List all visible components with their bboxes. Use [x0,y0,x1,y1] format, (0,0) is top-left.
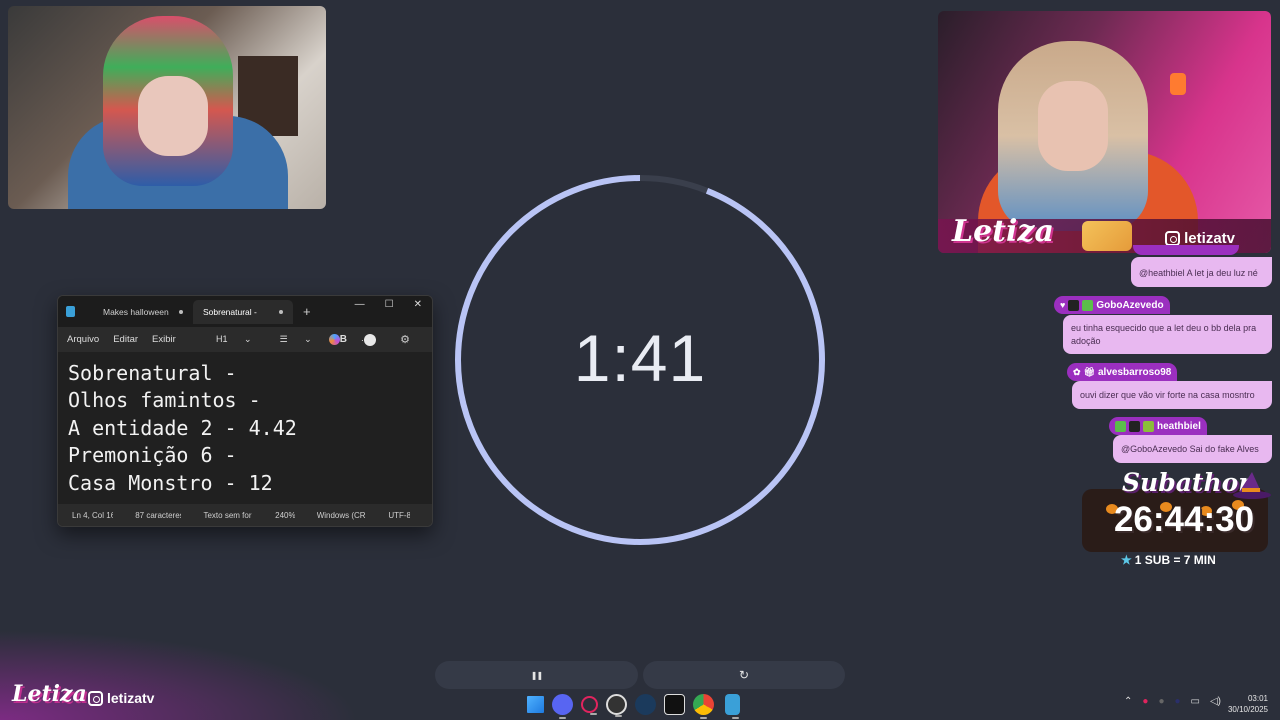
status-char-count: 87 caracteres [135,510,182,520]
notepad-window[interactable]: Makes halloween Sobrenatural - + — ☐ ✕ A… [57,295,433,527]
menu-arquivo[interactable]: Arquivo [67,334,99,345]
new-tab-button[interactable]: + [303,304,311,319]
chat-username: heathbiel [1157,420,1201,432]
unsaved-dot-icon [179,309,183,314]
webcam-right: Letiza letizatv [938,11,1271,253]
notepad-status-bar: Ln 4, Col 16 87 caracteres Texto sem for… [58,504,432,526]
cat-badge-icon [1068,299,1080,311]
pause-icon: ❚❚ [530,670,543,680]
close-button[interactable]: ✕ [414,299,422,310]
windows-start-icon[interactable] [527,696,544,713]
paw-icon: ✿ [1073,366,1081,377]
profile-icon[interactable] [364,333,377,346]
chat-message-body: @GoboAzevedo Sai do fake Alves [1113,435,1272,463]
brand-logo: Letiza [952,214,1054,249]
chat-message-text: eu tinha esquecido que a let deu o bb de… [1071,323,1257,346]
volume-icon[interactable]: ◁) [1210,696,1221,707]
instagram-icon [1165,231,1181,246]
chat-message-text: @heathbiel A let ja deu luz né [1139,268,1258,278]
network-icon[interactable]: ▭ [1191,696,1200,707]
reset-icon: ↻ [738,668,750,682]
chat-username: GoboAzevedo [1096,299,1164,311]
cat-badge-icon [1143,420,1154,432]
copilot-icon[interactable] [329,334,341,345]
window-controls: — ☐ ✕ [355,299,422,310]
heart-icon: ♥ [1060,300,1066,310]
streamer-face [1038,81,1108,171]
notepad-text-area[interactable]: Sobrenatural - Olhos famintos - A entida… [58,352,432,497]
chat-message-text: ouvi dizer que vão vir forte na casa mos… [1080,390,1255,400]
chrome-icon[interactable] [693,694,714,719]
obs-icon[interactable] [606,694,627,717]
system-tray: ⌃ ● ● ● ▭ ◁) [1124,696,1221,707]
notepad-menu-bar: Arquivo Editar Exibir H1 ⌄ ☰ ⌄ B ··· ⚙ [58,327,432,352]
status-zoom[interactable]: 240% [275,511,295,520]
frog-badge-icon [1082,299,1094,311]
cat-badge-icon [1129,420,1140,432]
tab-label: Makes halloween [103,306,169,317]
notepad-icon[interactable] [725,694,740,719]
chat-message-body: eu tinha esquecido que a let deu o bb de… [1063,315,1272,354]
tray-app-icon[interactable]: ● [1174,696,1180,707]
chat-message-body: ouvi dizer que vão vir forte na casa mos… [1072,381,1272,409]
subathon-countdown: 26:44:30 [1113,500,1255,539]
subathon-rule: ★ 1 SUB = 7 MIN [1121,553,1216,567]
subathon-rule-text: 1 SUB = 7 MIN [1134,553,1216,567]
gear-icon[interactable]: ⚙ [400,333,410,346]
reset-button[interactable]: ↻ [643,661,845,689]
heading-dropdown[interactable]: H1 ⌄ [216,334,252,345]
opera-gx-icon[interactable] [581,696,598,715]
tray-expand-icon[interactable]: ⌃ [1124,696,1132,707]
tab-label: Sobrenatural - [203,306,257,317]
clock-date: 30/10/2025 [1227,705,1268,714]
star-icon: ★ [1121,553,1132,567]
chat-message-header: ✿ 🎁︎ alvesbarroso98 [1067,363,1178,381]
gift-badge-icon: 🎁︎ [1083,366,1095,377]
status-encoding[interactable]: UTF-8 [388,511,410,520]
steam-icon[interactable] [635,694,656,715]
avatar-illustration [1082,221,1132,251]
taskbar-apps [527,694,743,719]
opera-tray-icon[interactable]: ● [1142,696,1148,707]
notepad-app-icon [66,306,75,317]
clock-time: 03:01 [1247,694,1268,703]
status-line-ending[interactable]: Windows (CRL [317,511,367,520]
tray-app-icon[interactable]: ● [1158,696,1164,707]
notepad-tab-bar: Makes halloween Sobrenatural - + — ☐ ✕ [58,296,432,327]
chat-message-header: heathbiel [1109,417,1207,435]
list-dropdown[interactable]: ☰ ⌄ [280,334,312,345]
streamer-face [138,76,208,156]
maximize-button[interactable]: ☐ [385,299,394,310]
webcam-left [8,6,326,209]
minimize-button[interactable]: — [355,299,365,310]
taskbar-clock[interactable]: 03:01 30/10/2025 [1228,693,1268,715]
discord-icon[interactable] [552,694,573,719]
chat-message-body: @heathbiel A let ja deu luz né [1131,257,1272,287]
tab-sobrenatural[interactable]: Sobrenatural - [193,299,293,324]
tab-makes-halloween[interactable]: Makes halloween [93,300,193,324]
heading-label: H1 [216,334,228,344]
status-format[interactable]: Texto sem for [203,511,253,520]
witch-hat-icon [1233,472,1271,499]
timer-display: 1:41 [573,321,707,395]
notepad-right-tools: ⚙ [329,327,424,352]
menu-exibir[interactable]: Exibir [152,334,176,345]
chat-username: alvesbarroso98 [1097,366,1172,378]
pause-button[interactable]: ❚❚ [435,661,638,689]
chat-header-partial [1133,245,1239,255]
lamp [1170,73,1186,95]
capcut-icon[interactable] [664,694,685,715]
check-badge-icon [1115,420,1126,432]
chat-message-text: @GoboAzevedo Sai do fake Alves [1121,444,1259,454]
menu-editar[interactable]: Editar [113,334,138,345]
chat-message-header: ♥ GoboAzevedo [1054,296,1170,314]
list-icon: ☰ [279,334,288,344]
unsaved-dot-icon [279,309,283,314]
status-position: Ln 4, Col 16 [72,510,114,520]
